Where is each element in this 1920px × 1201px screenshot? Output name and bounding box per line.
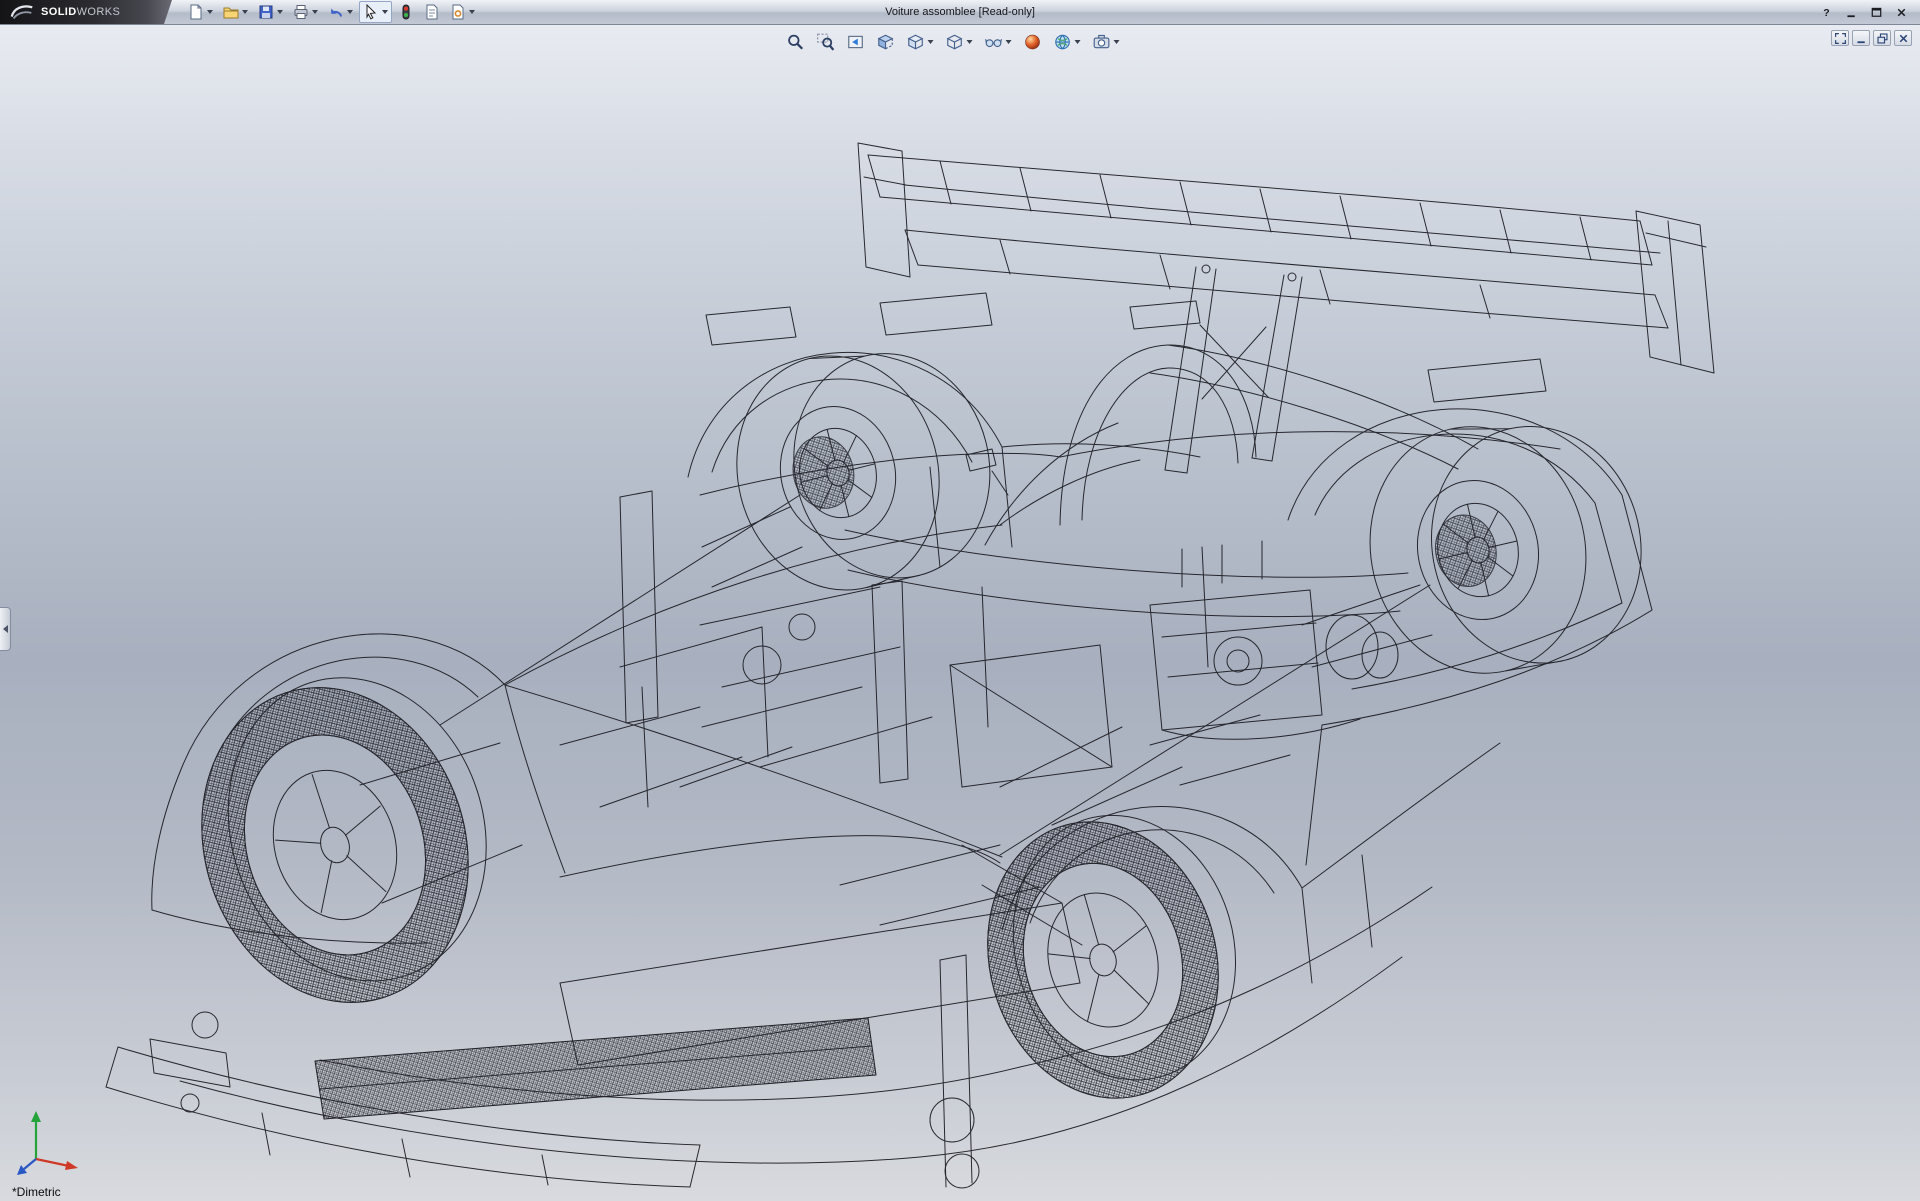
help-button[interactable] bbox=[1815, 4, 1837, 21]
section-icon bbox=[877, 33, 895, 51]
cursor-icon bbox=[363, 4, 379, 20]
cube-icon bbox=[907, 33, 925, 51]
folder-icon bbox=[223, 4, 239, 20]
chevron-left-icon bbox=[3, 625, 8, 633]
wheel-rear-right bbox=[1346, 393, 1665, 698]
page-icon bbox=[188, 4, 204, 20]
edit-appearance-button[interactable] bbox=[1022, 30, 1044, 54]
printer-icon bbox=[293, 4, 309, 20]
wheel-front-right bbox=[712, 322, 1013, 613]
apply-scene-button[interactable] bbox=[1052, 30, 1083, 54]
orientation-triad-icon bbox=[14, 1107, 86, 1179]
previous-view-icon bbox=[847, 33, 865, 51]
zoom-to-area-button[interactable] bbox=[815, 30, 837, 54]
graphics-viewport[interactable]: *Dimetric bbox=[0, 25, 1920, 1201]
new-document-button[interactable] bbox=[184, 1, 217, 23]
main-toolbar bbox=[184, 1, 479, 23]
maximize-button[interactable] bbox=[1865, 4, 1887, 21]
headsup-view-toolbar bbox=[779, 28, 1128, 56]
minimize-button[interactable] bbox=[1840, 4, 1862, 21]
taskpane-collapse-handle[interactable] bbox=[0, 607, 11, 651]
chevron-down-icon bbox=[1006, 40, 1012, 44]
camera-icon bbox=[1093, 33, 1111, 51]
chevron-down-icon bbox=[928, 40, 934, 44]
app-name-light: WORKS bbox=[77, 6, 121, 18]
chevron-down-icon bbox=[1075, 40, 1081, 44]
file-properties-button[interactable] bbox=[420, 1, 444, 23]
undo-icon bbox=[328, 4, 344, 20]
chevron-down-icon bbox=[242, 10, 248, 14]
maximize-icon bbox=[1870, 6, 1883, 19]
magnifier-icon bbox=[787, 33, 805, 51]
chevron-down-icon bbox=[382, 10, 388, 14]
restore-icon bbox=[1876, 32, 1889, 45]
document-window-controls bbox=[1831, 30, 1912, 46]
window-title: Voiture assomblee [Read-only] bbox=[885, 0, 1035, 24]
solidworks-logo: SOLIDWORKS bbox=[0, 0, 172, 24]
model-wireframe[interactable] bbox=[0, 25, 1920, 1201]
dassault-swirl-icon bbox=[8, 2, 36, 22]
chevron-down-icon bbox=[207, 10, 213, 14]
chevron-down-icon bbox=[312, 10, 318, 14]
hide-show-items-button[interactable] bbox=[983, 30, 1014, 54]
doc-fullscreen-button[interactable] bbox=[1831, 30, 1849, 46]
app-name-bold: SOLID bbox=[41, 6, 77, 18]
doc-restore-button[interactable] bbox=[1873, 30, 1891, 46]
display-style-button[interactable] bbox=[944, 30, 975, 54]
minimize-icon bbox=[1845, 6, 1858, 19]
close-button[interactable] bbox=[1890, 4, 1912, 21]
chevron-down-icon bbox=[469, 10, 475, 14]
undo-button[interactable] bbox=[324, 1, 357, 23]
window-controls bbox=[1815, 4, 1920, 21]
section-view-button[interactable] bbox=[875, 30, 897, 54]
previous-view-button[interactable] bbox=[845, 30, 867, 54]
wheel-rear-left bbox=[956, 789, 1270, 1126]
chevron-down-icon bbox=[967, 40, 973, 44]
page-info-icon bbox=[424, 4, 440, 20]
doc-minimize-button[interactable] bbox=[1852, 30, 1870, 46]
close-icon bbox=[1895, 6, 1908, 19]
globe-icon bbox=[1054, 33, 1072, 51]
close-icon bbox=[1897, 32, 1910, 45]
open-button[interactable] bbox=[219, 1, 252, 23]
rebuild-icon bbox=[398, 4, 414, 20]
chevron-down-icon bbox=[347, 10, 353, 14]
question-icon bbox=[1820, 6, 1833, 19]
page-gear-icon bbox=[450, 4, 466, 20]
floppy-icon bbox=[258, 4, 274, 20]
rear-wing-geometry bbox=[858, 143, 1714, 473]
chevron-down-icon bbox=[277, 10, 283, 14]
sphere-icon bbox=[1024, 33, 1042, 51]
zoom-to-fit-button[interactable] bbox=[785, 30, 807, 54]
chevron-down-icon bbox=[1114, 40, 1120, 44]
chassis-geometry bbox=[360, 491, 1432, 945]
rebuild-button[interactable] bbox=[394, 1, 418, 23]
fullscreen-icon bbox=[1834, 32, 1847, 45]
select-button[interactable] bbox=[359, 1, 392, 23]
doc-close-button[interactable] bbox=[1894, 30, 1912, 46]
view-settings-button[interactable] bbox=[1091, 30, 1122, 54]
options-button[interactable] bbox=[446, 1, 479, 23]
glasses-icon bbox=[985, 33, 1003, 51]
view-orientation-label: *Dimetric bbox=[12, 1185, 61, 1199]
save-button[interactable] bbox=[254, 1, 287, 23]
titlebar[interactable]: SOLIDWORKS Voiture assomblee [Read-only] bbox=[0, 0, 1920, 25]
display-style-icon bbox=[946, 33, 964, 51]
minimize-icon bbox=[1855, 32, 1868, 45]
view-orientation-button[interactable] bbox=[905, 30, 936, 54]
body-geometry bbox=[152, 293, 1652, 943]
print-button[interactable] bbox=[289, 1, 322, 23]
magnifier-area-icon bbox=[817, 33, 835, 51]
